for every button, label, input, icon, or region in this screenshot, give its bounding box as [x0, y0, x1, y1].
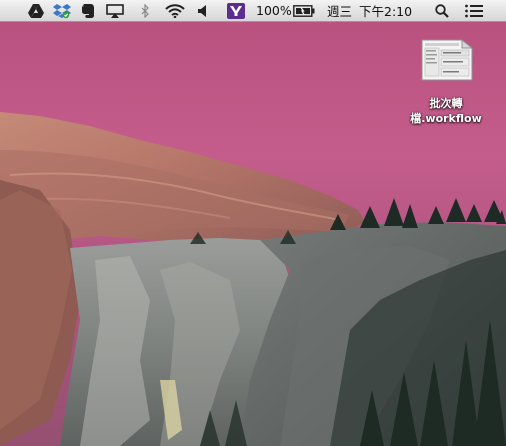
google-drive-icon[interactable] [26, 0, 46, 22]
desktop-file-workflow[interactable]: 批次轉 檔.workflow [408, 38, 484, 130]
file-name-line2: 檔.workflow [410, 112, 482, 125]
yahoo-icon[interactable] [226, 0, 246, 22]
desktop-file-label: 批次轉 檔.workflow [410, 96, 482, 126]
airplay-icon[interactable] [104, 0, 126, 22]
clock-time[interactable]: 下午2:10 [359, 0, 412, 22]
dropbox-icon[interactable] [52, 0, 72, 22]
desktop[interactable]: 100% 週三 下午2:10 批次轉 檔.workflow [0, 0, 506, 446]
wifi-icon[interactable] [164, 0, 186, 22]
volume-icon[interactable] [196, 0, 208, 22]
file-name-line1: 批次轉 [429, 97, 463, 110]
bluetooth-icon[interactable] [138, 0, 152, 22]
notification-center-icon[interactable] [464, 0, 484, 22]
spotlight-search-icon[interactable] [434, 0, 450, 22]
evernote-icon[interactable] [78, 0, 98, 22]
workflow-file-icon [416, 38, 476, 82]
menu-bar: 100% 週三 下午2:10 [0, 0, 506, 22]
battery-icon[interactable] [292, 0, 316, 22]
clock-day[interactable]: 週三 [327, 0, 352, 22]
battery-percent[interactable]: 100% [256, 0, 292, 22]
